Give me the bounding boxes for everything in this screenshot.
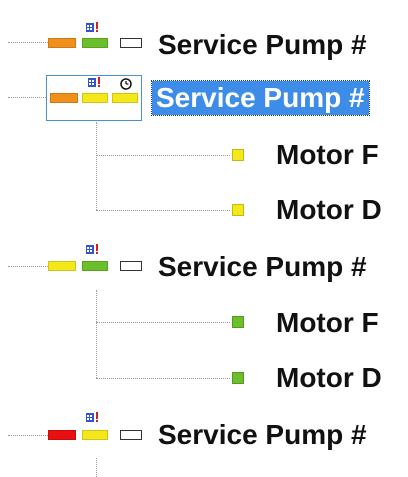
empty-status-box bbox=[120, 38, 142, 48]
alert-calendar-icon bbox=[86, 22, 99, 33]
status-square-green bbox=[232, 316, 244, 328]
tree-node-label[interactable]: Motor D bbox=[276, 361, 382, 395]
status-square-yellow bbox=[232, 149, 244, 161]
status-bar-yellow bbox=[112, 93, 138, 103]
tree-node-service-pump[interactable]: Service Pump # bbox=[0, 75, 408, 125]
status-bar-yellow bbox=[82, 93, 108, 103]
tree-node-label[interactable]: Motor F bbox=[276, 138, 379, 172]
tree-node-motor[interactable]: Motor D bbox=[0, 187, 408, 237]
tree-node-motor[interactable]: Motor F bbox=[0, 132, 408, 182]
status-bar-orange bbox=[48, 38, 76, 48]
tree-node-motor[interactable]: Motor D bbox=[0, 355, 408, 405]
status-bar-red bbox=[48, 430, 76, 440]
tree-node-service-pump[interactable]: Service Pump # bbox=[0, 244, 408, 294]
tree-node-label[interactable]: Service Pump # bbox=[158, 250, 367, 284]
tree-node-label[interactable]: Motor D bbox=[276, 193, 382, 227]
asset-tree: Service Pump # Service Pump # Motor F Mo… bbox=[0, 0, 408, 477]
clock-icon bbox=[120, 77, 132, 90]
tree-node-service-pump[interactable]: Service Pump # bbox=[0, 22, 408, 72]
status-square-green bbox=[232, 372, 244, 384]
status-bar-green bbox=[82, 38, 108, 48]
alert-calendar-icon bbox=[88, 77, 101, 88]
empty-status-box bbox=[120, 430, 142, 440]
tree-node-label[interactable]: Service Pump # bbox=[158, 418, 367, 452]
tree-node-label[interactable]: Service Pump # bbox=[151, 80, 370, 116]
status-square-yellow bbox=[232, 204, 244, 216]
tree-node-motor[interactable]: Motor F bbox=[0, 300, 408, 350]
alert-calendar-icon bbox=[86, 244, 99, 255]
status-bar-green bbox=[82, 261, 108, 271]
status-bar-orange bbox=[50, 93, 78, 103]
tree-node-label[interactable]: Motor F bbox=[276, 306, 379, 340]
empty-status-box bbox=[120, 261, 142, 271]
alert-calendar-icon bbox=[86, 412, 99, 423]
status-bar-yellow bbox=[82, 430, 108, 440]
tree-node-label[interactable]: Service Pump # bbox=[158, 28, 367, 62]
status-bar-yellow bbox=[48, 261, 76, 271]
tree-node-service-pump[interactable]: Service Pump # bbox=[0, 410, 408, 460]
tree-connector bbox=[96, 458, 97, 477]
